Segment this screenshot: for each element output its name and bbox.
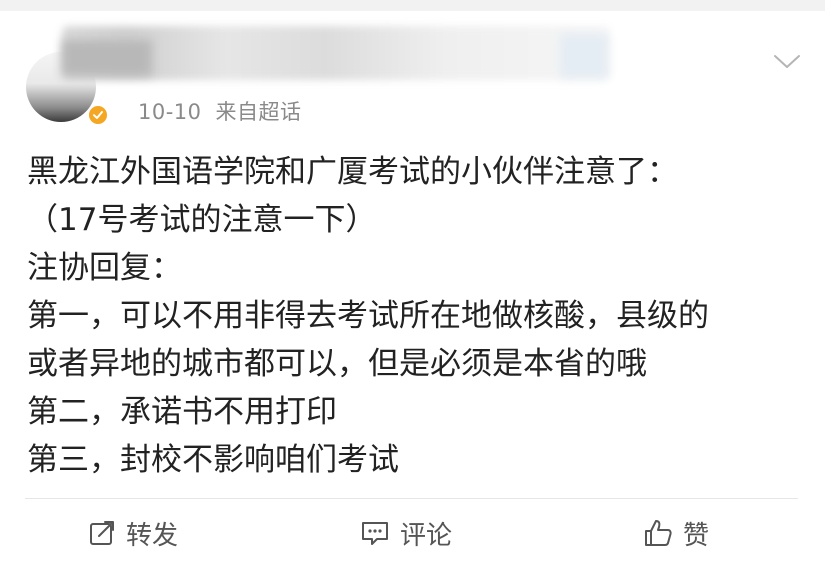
comment-label: 评论 (400, 520, 453, 551)
repost-button[interactable]: 转发 (88, 514, 178, 552)
divider (25, 498, 798, 499)
repost-icon (90, 521, 114, 545)
post-line: 黑龙江外国语学院和广厦考试的小伙伴注意了： (27, 154, 678, 190)
verified-badge-icon (87, 104, 109, 126)
like-button[interactable]: 赞 (643, 514, 709, 552)
username-blur-patch (560, 34, 608, 78)
like-label: 赞 (683, 520, 710, 551)
post-meta: 10-10 来自超话 (138, 96, 316, 126)
post-line: 第一，可以不用非得去考试所在地做核酸，县级的 (27, 298, 709, 334)
post-line: 第二，承诺书不用打印 (27, 394, 337, 430)
comment-icon (362, 522, 388, 545)
post-line: 注协回复： (27, 250, 182, 286)
post-content: 黑龙江外国语学院和广厦考试的小伙伴注意了： （17号考试的注意一下） 注协回复：… (27, 148, 817, 484)
post-date: 10-10 (138, 100, 202, 124)
top-bar (0, 0, 825, 11)
comment-button[interactable]: 评论 (360, 514, 452, 552)
post-line: 或者异地的城市都可以，但是必须是本省的哦 (27, 346, 647, 382)
post-line: （17号考试的注意一下） (27, 202, 377, 238)
post-line: 第三，封校不影响咱们考试 (27, 442, 399, 478)
thumbs-up-icon (645, 520, 672, 546)
chevron-down-icon[interactable] (773, 54, 801, 74)
post-source[interactable]: 来自超话 (216, 100, 302, 124)
username-blur-patch (62, 40, 152, 76)
repost-label: 转发 (126, 520, 179, 551)
